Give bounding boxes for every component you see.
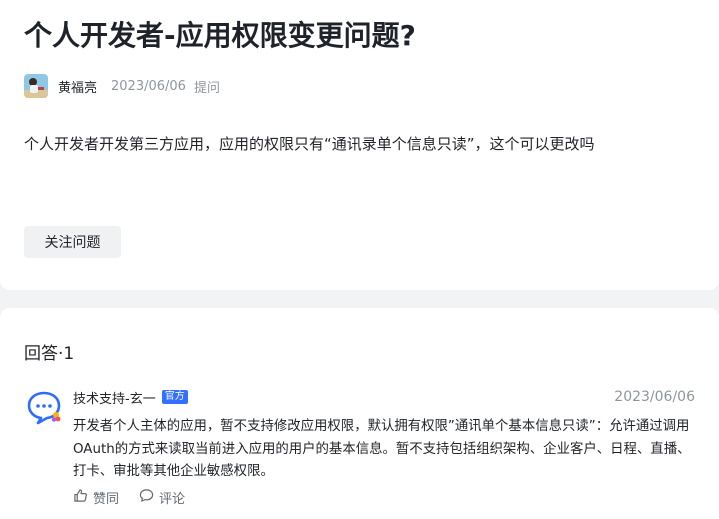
- answers-card: 回答·1 技术支持-玄一 官方 2023/06/06 开发者个人主体的应用，暂不…: [0, 308, 719, 519]
- question-meta: 黄福亮 2023/06/06 提问: [24, 73, 220, 99]
- question-date: 2023/06/06: [111, 78, 186, 94]
- question-author[interactable]: 黄福亮: [58, 77, 97, 96]
- question-title: 个人开发者-应用权限变更问题?: [24, 19, 416, 52]
- question-action: 提问: [193, 80, 220, 96]
- thumbs-up-icon: [73, 488, 93, 507]
- question-body: 个人开发者开发第三方应用，应用的权限只有“通讯录单个信息只读”，这个可以更改吗: [24, 135, 595, 153]
- answer-date: 2023/06/06: [614, 389, 695, 405]
- comment-button[interactable]: 评论: [139, 488, 185, 507]
- like-button[interactable]: 赞同: [73, 488, 119, 507]
- answer-actions: 赞同 评论: [73, 488, 205, 507]
- answer-body: 开发者个人主体的应用，暂不支持修改应用权限，默认拥有权限”通讯单个基本信息只读”…: [73, 419, 691, 479]
- comment-icon: [139, 488, 159, 507]
- comment-label: 评论: [159, 492, 186, 507]
- follow-question-button[interactable]: 关注问题: [24, 226, 121, 258]
- avatar[interactable]: [24, 74, 48, 98]
- dingtalk-logo-icon[interactable]: [27, 389, 63, 425]
- like-label: 赞同: [93, 492, 120, 507]
- answer-author-row: 技术支持-玄一 官方: [73, 387, 188, 407]
- question-card: 个人开发者-应用权限变更问题? 黄福亮 2023/06/06 提问 个人开发者开…: [0, 0, 719, 290]
- official-badge: 官方: [161, 390, 188, 404]
- answer-author[interactable]: 技术支持-玄一: [73, 388, 156, 407]
- answers-header: 回答·1: [24, 344, 75, 364]
